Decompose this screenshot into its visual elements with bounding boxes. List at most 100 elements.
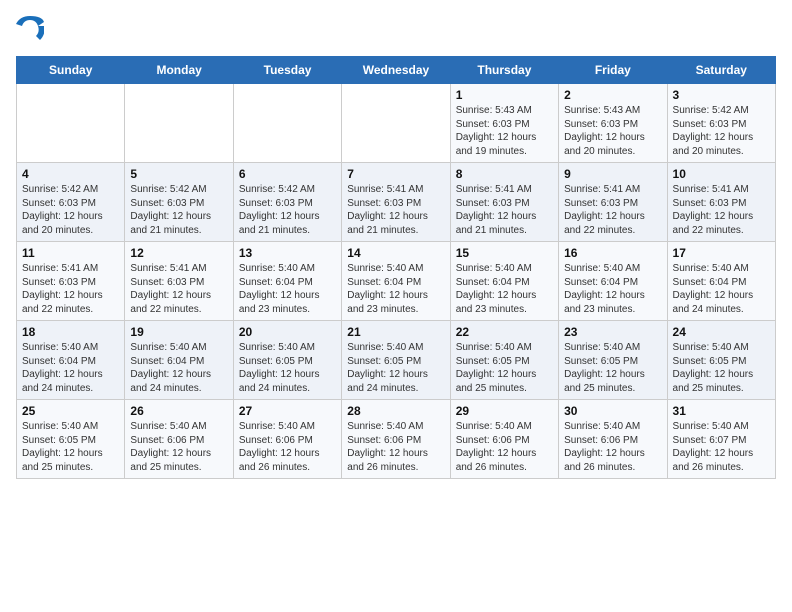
day-detail: Sunrise: 5:40 AM Sunset: 6:04 PM Dayligh… (673, 262, 770, 316)
day-number: 15 (456, 246, 553, 260)
calendar-cell: 13Sunrise: 5:40 AM Sunset: 6:04 PM Dayli… (233, 242, 341, 321)
header-saturday: Saturday (667, 57, 775, 84)
calendar-cell: 31 Sunrise: 5:40 AM Sunset: 6:07 PM Dayli… (667, 400, 775, 479)
calendar-cell (342, 84, 450, 163)
header-friday: Friday (559, 57, 667, 84)
calendar-cell: 3 Sunrise: 5:42 AM Sunset: 6:03 PM Daylig… (667, 84, 775, 163)
calendar-cell: 16 Sunrise: 5:40 AM Sunset: 6:04 PM Dayli… (559, 242, 667, 321)
calendar-cell: 29 Sunrise: 5:40 AM Sunset: 6:06 PM Dayli… (450, 400, 558, 479)
day-detail: Sunrise: 5:40 AM Sunset: 6:04 PM Dayligh… (347, 262, 444, 316)
day-detail: Sunrise: 5:40 AM Sunset: 6:05 PM Dayligh… (564, 341, 661, 395)
calendar-cell (125, 84, 233, 163)
calendar-cell: 26 Sunrise: 5:40 AM Sunset: 6:06 PM Dayli… (125, 400, 233, 479)
day-detail: Sunrise: 5:42 AM Sunset: 6:03 PM Dayligh… (673, 104, 770, 158)
day-detail: Sunrise: 5:43 AM Sunset: 6:03 PM Dayligh… (456, 104, 553, 158)
calendar-cell (17, 84, 125, 163)
day-number: 7 (347, 167, 444, 181)
day-number: 17 (673, 246, 770, 260)
calendar-cell: 21 Sunrise: 5:40 AM Sunset: 6:05 PM Dayli… (342, 321, 450, 400)
week-row-4: 18 Sunrise: 5:40 AM Sunset: 6:04 PM Dayli… (17, 321, 776, 400)
day-number: 29 (456, 404, 553, 418)
week-row-1: 1Sunrise: 5:43 AM Sunset: 6:03 PM Daylig… (17, 84, 776, 163)
calendar-cell: 9 Sunrise: 5:41 AM Sunset: 6:03 PM Daylig… (559, 163, 667, 242)
calendar-cell: 11Sunrise: 5:41 AM Sunset: 6:03 PM Dayli… (17, 242, 125, 321)
day-detail: Sunrise: 5:40 AM Sunset: 6:05 PM Dayligh… (22, 420, 119, 474)
calendar-cell: 10 Sunrise: 5:41 AM Sunset: 6:03 PM Dayli… (667, 163, 775, 242)
day-detail: Sunrise: 5:40 AM Sunset: 6:06 PM Dayligh… (347, 420, 444, 474)
day-detail: Sunrise: 5:40 AM Sunset: 6:06 PM Dayligh… (456, 420, 553, 474)
calendar-cell (233, 84, 341, 163)
day-number: 25 (22, 404, 119, 418)
calendar-cell: 1Sunrise: 5:43 AM Sunset: 6:03 PM Daylig… (450, 84, 558, 163)
calendar-cell: 23Sunrise: 5:40 AM Sunset: 6:05 PM Dayli… (559, 321, 667, 400)
day-number: 9 (564, 167, 661, 181)
day-detail: Sunrise: 5:42 AM Sunset: 6:03 PM Dayligh… (130, 183, 227, 237)
day-number: 24 (673, 325, 770, 339)
day-detail: Sunrise: 5:42 AM Sunset: 6:03 PM Dayligh… (239, 183, 336, 237)
day-number: 19 (130, 325, 227, 339)
day-detail: Sunrise: 5:40 AM Sunset: 6:06 PM Dayligh… (564, 420, 661, 474)
week-row-3: 11Sunrise: 5:41 AM Sunset: 6:03 PM Dayli… (17, 242, 776, 321)
day-number: 5 (130, 167, 227, 181)
day-detail: Sunrise: 5:43 AM Sunset: 6:03 PM Dayligh… (564, 104, 661, 158)
calendar-cell: 27Sunrise: 5:40 AM Sunset: 6:06 PM Dayli… (233, 400, 341, 479)
day-detail: Sunrise: 5:40 AM Sunset: 6:05 PM Dayligh… (456, 341, 553, 395)
calendar-cell: 24Sunrise: 5:40 AM Sunset: 6:05 PM Dayli… (667, 321, 775, 400)
day-detail: Sunrise: 5:41 AM Sunset: 6:03 PM Dayligh… (347, 183, 444, 237)
day-number: 3 (673, 88, 770, 102)
logo-icon (16, 16, 44, 44)
calendar-cell: 25 Sunrise: 5:40 AM Sunset: 6:05 PM Dayli… (17, 400, 125, 479)
calendar-cell: 20Sunrise: 5:40 AM Sunset: 6:05 PM Dayli… (233, 321, 341, 400)
day-number: 16 (564, 246, 661, 260)
day-number: 21 (347, 325, 444, 339)
calendar-cell: 4Sunrise: 5:42 AM Sunset: 6:03 PM Daylig… (17, 163, 125, 242)
calendar-cell: 15 Sunrise: 5:40 AM Sunset: 6:04 PM Dayli… (450, 242, 558, 321)
day-number: 18 (22, 325, 119, 339)
calendar-cell: 14 Sunrise: 5:40 AM Sunset: 6:04 PM Dayli… (342, 242, 450, 321)
day-detail: Sunrise: 5:41 AM Sunset: 6:03 PM Dayligh… (673, 183, 770, 237)
day-detail: Sunrise: 5:41 AM Sunset: 6:03 PM Dayligh… (456, 183, 553, 237)
day-number: 6 (239, 167, 336, 181)
calendar-cell: 28 Sunrise: 5:40 AM Sunset: 6:06 PM Dayli… (342, 400, 450, 479)
day-number: 8 (456, 167, 553, 181)
day-number: 13 (239, 246, 336, 260)
day-detail: Sunrise: 5:40 AM Sunset: 6:04 PM Dayligh… (22, 341, 119, 395)
day-number: 12 (130, 246, 227, 260)
day-detail: Sunrise: 5:40 AM Sunset: 6:06 PM Dayligh… (130, 420, 227, 474)
day-detail: Sunrise: 5:40 AM Sunset: 6:07 PM Dayligh… (673, 420, 770, 474)
day-detail: Sunrise: 5:41 AM Sunset: 6:03 PM Dayligh… (130, 262, 227, 316)
day-number: 20 (239, 325, 336, 339)
calendar-cell: 22 Sunrise: 5:40 AM Sunset: 6:05 PM Dayli… (450, 321, 558, 400)
day-detail: Sunrise: 5:40 AM Sunset: 6:04 PM Dayligh… (130, 341, 227, 395)
day-detail: Sunrise: 5:40 AM Sunset: 6:05 PM Dayligh… (347, 341, 444, 395)
day-number: 14 (347, 246, 444, 260)
calendar-cell: 19 Sunrise: 5:40 AM Sunset: 6:04 PM Dayli… (125, 321, 233, 400)
day-number: 26 (130, 404, 227, 418)
day-detail: Sunrise: 5:42 AM Sunset: 6:03 PM Dayligh… (22, 183, 119, 237)
week-row-5: 25 Sunrise: 5:40 AM Sunset: 6:05 PM Dayli… (17, 400, 776, 479)
day-number: 22 (456, 325, 553, 339)
calendar-cell: 17 Sunrise: 5:40 AM Sunset: 6:04 PM Dayli… (667, 242, 775, 321)
day-number: 30 (564, 404, 661, 418)
calendar-table: SundayMondayTuesdayWednesdayThursdayFrid… (16, 56, 776, 479)
calendar-cell: 5 Sunrise: 5:42 AM Sunset: 6:03 PM Daylig… (125, 163, 233, 242)
day-number: 31 (673, 404, 770, 418)
day-detail: Sunrise: 5:40 AM Sunset: 6:04 PM Dayligh… (456, 262, 553, 316)
day-detail: Sunrise: 5:41 AM Sunset: 6:03 PM Dayligh… (564, 183, 661, 237)
header-tuesday: Tuesday (233, 57, 341, 84)
day-detail: Sunrise: 5:40 AM Sunset: 6:06 PM Dayligh… (239, 420, 336, 474)
week-row-2: 4Sunrise: 5:42 AM Sunset: 6:03 PM Daylig… (17, 163, 776, 242)
calendar-cell: 30 Sunrise: 5:40 AM Sunset: 6:06 PM Dayli… (559, 400, 667, 479)
calendar-cell: 8 Sunrise: 5:41 AM Sunset: 6:03 PM Daylig… (450, 163, 558, 242)
day-number: 10 (673, 167, 770, 181)
header-monday: Monday (125, 57, 233, 84)
day-number: 28 (347, 404, 444, 418)
header-sunday: Sunday (17, 57, 125, 84)
day-detail: Sunrise: 5:41 AM Sunset: 6:03 PM Dayligh… (22, 262, 119, 316)
day-number: 2 (564, 88, 661, 102)
day-detail: Sunrise: 5:40 AM Sunset: 6:04 PM Dayligh… (564, 262, 661, 316)
calendar-cell: 18 Sunrise: 5:40 AM Sunset: 6:04 PM Dayli… (17, 321, 125, 400)
logo (16, 16, 48, 44)
calendar-cell: 6 Sunrise: 5:42 AM Sunset: 6:03 PM Daylig… (233, 163, 341, 242)
calendar-cell: 2 Sunrise: 5:43 AM Sunset: 6:03 PM Daylig… (559, 84, 667, 163)
